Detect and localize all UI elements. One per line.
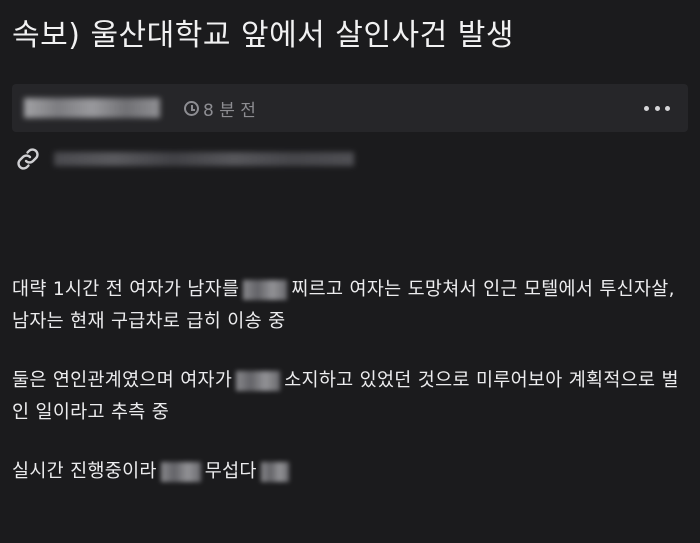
more-options-icon[interactable] (644, 98, 670, 118)
source-link-row[interactable] (16, 146, 354, 172)
post-title: 속보) 울산대학교 앞에서 살인사건 발생 (12, 18, 514, 53)
paragraph-1-text-a: 대략 1시간 전 여자가 남자를 (12, 279, 240, 300)
redacted-text (236, 371, 281, 391)
post-body: 대략 1시간 전 여자가 남자를 찌르고 여자는 도망쳐서 인근 모텔에서 투신자… (12, 274, 692, 515)
post-time: 8 분 전 (184, 96, 256, 121)
author-name-redacted[interactable] (24, 98, 160, 118)
paragraph-1: 대략 1시간 전 여자가 남자를 찌르고 여자는 도망쳐서 인근 모텔에서 투신자… (12, 274, 692, 338)
more-dot (644, 105, 649, 111)
post-meta-bar: 8 분 전 (12, 84, 688, 132)
more-dot (665, 105, 670, 111)
source-url-redacted[interactable] (54, 152, 354, 166)
redacted-text (260, 462, 289, 482)
more-dot (654, 105, 660, 111)
redacted-text (160, 462, 201, 482)
paragraph-2-text-a: 둘은 연인관계였으며 여자가 (12, 370, 233, 391)
clock-icon (184, 100, 199, 116)
paragraph-3-text-b: 무섭다 (204, 461, 257, 482)
post-time-text: 8 분 전 (203, 100, 256, 121)
paragraph-3-text-a: 실시간 진행중이라 (12, 461, 157, 482)
paragraph-3: 실시간 진행중이라 무섭다 (12, 456, 692, 488)
redacted-text (243, 280, 288, 300)
paragraph-2: 둘은 연인관계였으며 여자가 소지하고 있었던 것으로 미루어보아 계획적으로 벌… (12, 365, 692, 429)
link-icon (17, 148, 39, 170)
